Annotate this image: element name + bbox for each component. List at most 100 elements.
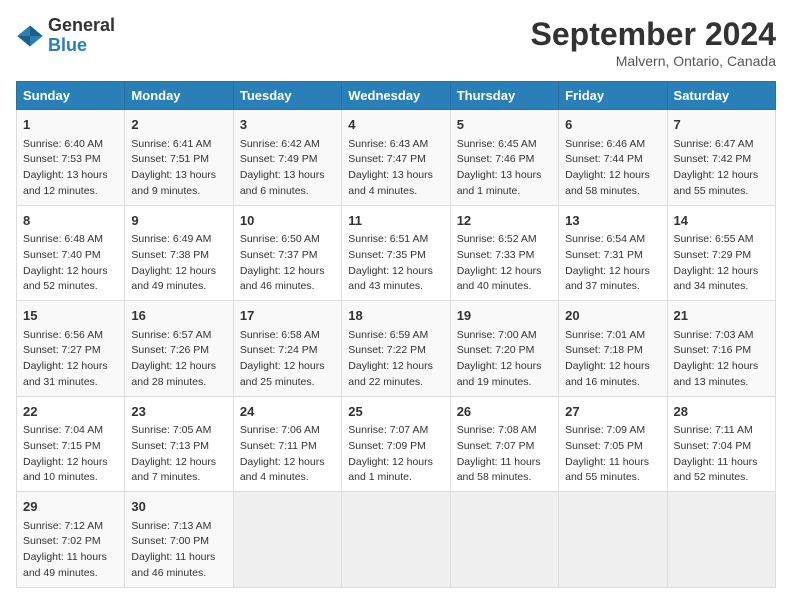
calendar-cell: [667, 492, 775, 588]
day-number: 3: [240, 115, 335, 135]
day-info: Sunrise: 7:01 AMSunset: 7:18 PMDaylight:…: [565, 328, 660, 391]
day-number: 20: [565, 306, 660, 326]
calendar-cell: 27Sunrise: 7:09 AMSunset: 7:05 PMDayligh…: [559, 396, 667, 492]
day-info: Sunrise: 6:48 AMSunset: 7:40 PMDaylight:…: [23, 232, 118, 295]
col-header-thursday: Thursday: [450, 82, 558, 110]
day-info: Sunrise: 6:43 AMSunset: 7:47 PMDaylight:…: [348, 137, 443, 200]
day-number: 25: [348, 402, 443, 422]
calendar-cell: 28Sunrise: 7:11 AMSunset: 7:04 PMDayligh…: [667, 396, 775, 492]
week-row-4: 22Sunrise: 7:04 AMSunset: 7:15 PMDayligh…: [17, 396, 776, 492]
calendar-cell: 12Sunrise: 6:52 AMSunset: 7:33 PMDayligh…: [450, 205, 558, 301]
day-number: 24: [240, 402, 335, 422]
calendar-cell: [450, 492, 558, 588]
calendar-cell: 8Sunrise: 6:48 AMSunset: 7:40 PMDaylight…: [17, 205, 125, 301]
week-row-5: 29Sunrise: 7:12 AMSunset: 7:02 PMDayligh…: [17, 492, 776, 588]
day-number: 6: [565, 115, 660, 135]
day-info: Sunrise: 6:54 AMSunset: 7:31 PMDaylight:…: [565, 232, 660, 295]
calendar-cell: 1Sunrise: 6:40 AMSunset: 7:53 PMDaylight…: [17, 110, 125, 206]
day-number: 23: [131, 402, 226, 422]
location: Malvern, Ontario, Canada: [531, 53, 776, 69]
calendar-cell: 30Sunrise: 7:13 AMSunset: 7:00 PMDayligh…: [125, 492, 233, 588]
day-info: Sunrise: 6:52 AMSunset: 7:33 PMDaylight:…: [457, 232, 552, 295]
week-row-2: 8Sunrise: 6:48 AMSunset: 7:40 PMDaylight…: [17, 205, 776, 301]
col-header-monday: Monday: [125, 82, 233, 110]
day-info: Sunrise: 7:00 AMSunset: 7:20 PMDaylight:…: [457, 328, 552, 391]
calendar-cell: 26Sunrise: 7:08 AMSunset: 7:07 PMDayligh…: [450, 396, 558, 492]
day-info: Sunrise: 6:47 AMSunset: 7:42 PMDaylight:…: [674, 137, 769, 200]
day-info: Sunrise: 7:09 AMSunset: 7:05 PMDaylight:…: [565, 423, 660, 486]
day-number: 28: [674, 402, 769, 422]
calendar-cell: 21Sunrise: 7:03 AMSunset: 7:16 PMDayligh…: [667, 301, 775, 397]
day-info: Sunrise: 7:03 AMSunset: 7:16 PMDaylight:…: [674, 328, 769, 391]
calendar-cell: 22Sunrise: 7:04 AMSunset: 7:15 PMDayligh…: [17, 396, 125, 492]
calendar-cell: 14Sunrise: 6:55 AMSunset: 7:29 PMDayligh…: [667, 205, 775, 301]
day-number: 8: [23, 211, 118, 231]
col-header-sunday: Sunday: [17, 82, 125, 110]
day-number: 10: [240, 211, 335, 231]
day-number: 2: [131, 115, 226, 135]
day-number: 22: [23, 402, 118, 422]
week-row-1: 1Sunrise: 6:40 AMSunset: 7:53 PMDaylight…: [17, 110, 776, 206]
day-info: Sunrise: 6:45 AMSunset: 7:46 PMDaylight:…: [457, 137, 552, 200]
logo-icon: [16, 22, 44, 50]
col-header-saturday: Saturday: [667, 82, 775, 110]
day-number: 5: [457, 115, 552, 135]
day-info: Sunrise: 7:06 AMSunset: 7:11 PMDaylight:…: [240, 423, 335, 486]
logo-text: General Blue: [48, 16, 115, 56]
calendar-table: SundayMondayTuesdayWednesdayThursdayFrid…: [16, 81, 776, 588]
day-number: 29: [23, 497, 118, 517]
calendar-cell: 24Sunrise: 7:06 AMSunset: 7:11 PMDayligh…: [233, 396, 341, 492]
calendar-cell: 4Sunrise: 6:43 AMSunset: 7:47 PMDaylight…: [342, 110, 450, 206]
day-info: Sunrise: 6:55 AMSunset: 7:29 PMDaylight:…: [674, 232, 769, 295]
day-number: 19: [457, 306, 552, 326]
calendar-cell: 11Sunrise: 6:51 AMSunset: 7:35 PMDayligh…: [342, 205, 450, 301]
day-number: 21: [674, 306, 769, 326]
day-info: Sunrise: 6:57 AMSunset: 7:26 PMDaylight:…: [131, 328, 226, 391]
calendar-cell: 15Sunrise: 6:56 AMSunset: 7:27 PMDayligh…: [17, 301, 125, 397]
calendar-cell: [559, 492, 667, 588]
day-info: Sunrise: 7:11 AMSunset: 7:04 PMDaylight:…: [674, 423, 769, 486]
day-info: Sunrise: 6:59 AMSunset: 7:22 PMDaylight:…: [348, 328, 443, 391]
day-number: 1: [23, 115, 118, 135]
day-info: Sunrise: 6:49 AMSunset: 7:38 PMDaylight:…: [131, 232, 226, 295]
calendar-cell: 17Sunrise: 6:58 AMSunset: 7:24 PMDayligh…: [233, 301, 341, 397]
page-header: General Blue September 2024 Malvern, Ont…: [16, 16, 776, 69]
day-info: Sunrise: 6:56 AMSunset: 7:27 PMDaylight:…: [23, 328, 118, 391]
day-number: 15: [23, 306, 118, 326]
day-number: 27: [565, 402, 660, 422]
day-number: 30: [131, 497, 226, 517]
logo: General Blue: [16, 16, 115, 56]
week-row-3: 15Sunrise: 6:56 AMSunset: 7:27 PMDayligh…: [17, 301, 776, 397]
calendar-cell: 10Sunrise: 6:50 AMSunset: 7:37 PMDayligh…: [233, 205, 341, 301]
day-info: Sunrise: 7:08 AMSunset: 7:07 PMDaylight:…: [457, 423, 552, 486]
calendar-cell: [342, 492, 450, 588]
calendar-cell: 29Sunrise: 7:12 AMSunset: 7:02 PMDayligh…: [17, 492, 125, 588]
day-info: Sunrise: 7:05 AMSunset: 7:13 PMDaylight:…: [131, 423, 226, 486]
day-info: Sunrise: 6:50 AMSunset: 7:37 PMDaylight:…: [240, 232, 335, 295]
day-info: Sunrise: 6:58 AMSunset: 7:24 PMDaylight:…: [240, 328, 335, 391]
day-number: 4: [348, 115, 443, 135]
calendar-cell: 23Sunrise: 7:05 AMSunset: 7:13 PMDayligh…: [125, 396, 233, 492]
day-info: Sunrise: 6:40 AMSunset: 7:53 PMDaylight:…: [23, 137, 118, 200]
calendar-cell: 25Sunrise: 7:07 AMSunset: 7:09 PMDayligh…: [342, 396, 450, 492]
day-info: Sunrise: 6:41 AMSunset: 7:51 PMDaylight:…: [131, 137, 226, 200]
calendar-cell: 2Sunrise: 6:41 AMSunset: 7:51 PMDaylight…: [125, 110, 233, 206]
day-info: Sunrise: 6:42 AMSunset: 7:49 PMDaylight:…: [240, 137, 335, 200]
day-number: 16: [131, 306, 226, 326]
day-number: 9: [131, 211, 226, 231]
calendar-cell: 13Sunrise: 6:54 AMSunset: 7:31 PMDayligh…: [559, 205, 667, 301]
calendar-cell: [233, 492, 341, 588]
day-info: Sunrise: 6:51 AMSunset: 7:35 PMDaylight:…: [348, 232, 443, 295]
day-number: 11: [348, 211, 443, 231]
day-info: Sunrise: 7:04 AMSunset: 7:15 PMDaylight:…: [23, 423, 118, 486]
day-info: Sunrise: 7:07 AMSunset: 7:09 PMDaylight:…: [348, 423, 443, 486]
day-number: 18: [348, 306, 443, 326]
calendar-cell: 5Sunrise: 6:45 AMSunset: 7:46 PMDaylight…: [450, 110, 558, 206]
title-area: September 2024 Malvern, Ontario, Canada: [531, 16, 776, 69]
day-number: 7: [674, 115, 769, 135]
day-number: 12: [457, 211, 552, 231]
calendar-header-row: SundayMondayTuesdayWednesdayThursdayFrid…: [17, 82, 776, 110]
calendar-cell: 18Sunrise: 6:59 AMSunset: 7:22 PMDayligh…: [342, 301, 450, 397]
calendar-cell: 3Sunrise: 6:42 AMSunset: 7:49 PMDaylight…: [233, 110, 341, 206]
col-header-tuesday: Tuesday: [233, 82, 341, 110]
